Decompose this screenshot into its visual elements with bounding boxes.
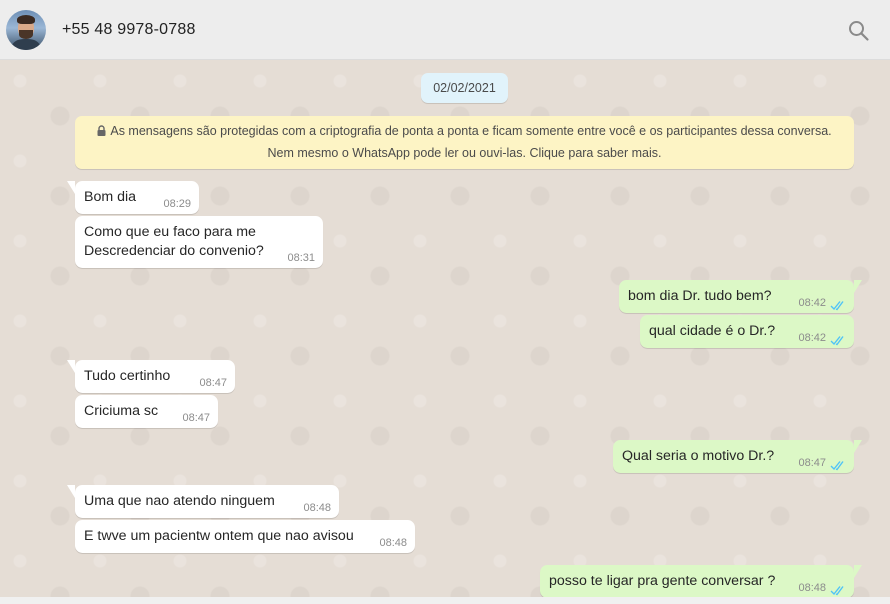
message-time: 08:42 (798, 297, 826, 309)
message-time: 08:29 (163, 198, 191, 210)
message-time: 08:48 (798, 582, 826, 594)
double-check-icon (830, 458, 846, 471)
lock-icon (97, 122, 106, 143)
encryption-line-1: As mensagens são protegidas com a cripto… (110, 124, 832, 138)
date-separator: 02/02/2021 (421, 73, 508, 103)
incoming-message[interactable]: Criciuma sc 08:47 (75, 395, 218, 428)
message-text: bom dia Dr. tudo bem? (628, 288, 772, 304)
double-check-icon (830, 333, 846, 346)
incoming-message[interactable]: Como que eu faco para me Descredenciar d… (75, 216, 323, 268)
search-icon[interactable] (848, 20, 870, 42)
message-time: 08:47 (798, 457, 826, 469)
incoming-message[interactable]: E twve um pacientw ontem que nao avisou … (75, 520, 415, 553)
message-text: Criciuma sc (84, 403, 159, 419)
message-text: posso te ligar pra gente conversar ? (549, 573, 776, 589)
chat-header: +55 48 9978-0788 (0, 0, 890, 60)
contact-avatar[interactable] (6, 9, 46, 50)
message-pane[interactable]: 02/02/2021 As mensagens são protegidas c… (0, 61, 890, 597)
incoming-message[interactable]: Uma que nao atendo ninguem 08:48 (67, 485, 339, 518)
encryption-line-2: Nem mesmo o WhatsApp pode ler ou ouvi-la… (267, 146, 662, 160)
message-time: 08:47 (199, 377, 227, 389)
message-text: Qual seria o motivo Dr.? (622, 448, 775, 464)
message-time: 08:48 (379, 537, 407, 549)
message-text: E twve um pacientw ontem que nao avisou (84, 528, 354, 544)
message-text: Tudo certinho (84, 368, 171, 384)
outgoing-message[interactable]: qual cidade é o Dr.? 08:42 (640, 315, 854, 348)
contact-name[interactable]: +55 48 9978-0788 (62, 21, 196, 39)
encryption-notice[interactable]: As mensagens são protegidas com a cripto… (75, 116, 854, 169)
incoming-message[interactable]: Bom dia 08:29 (67, 181, 199, 214)
message-time: 08:31 (287, 252, 315, 264)
message-text: Uma que nao atendo ninguem (84, 493, 275, 509)
outgoing-message[interactable]: posso te ligar pra gente conversar ? 08:… (540, 565, 862, 597)
composer-bar (0, 597, 890, 604)
message-text: Como que eu faco para me (84, 224, 256, 240)
message-time: 08:42 (798, 332, 826, 344)
double-check-icon (830, 298, 846, 311)
message-time: 08:47 (182, 412, 210, 424)
double-check-icon (830, 583, 846, 596)
message-text: Bom dia (84, 189, 137, 205)
incoming-message[interactable]: Tudo certinho 08:47 (67, 360, 235, 393)
outgoing-message[interactable]: Qual seria o motivo Dr.? 08:47 (613, 440, 862, 473)
outgoing-message[interactable]: bom dia Dr. tudo bem? 08:42 (619, 280, 862, 313)
message-text: Descredenciar do convenio? (84, 243, 264, 259)
message-text: qual cidade é o Dr.? (649, 323, 776, 339)
message-time: 08:48 (303, 502, 331, 514)
